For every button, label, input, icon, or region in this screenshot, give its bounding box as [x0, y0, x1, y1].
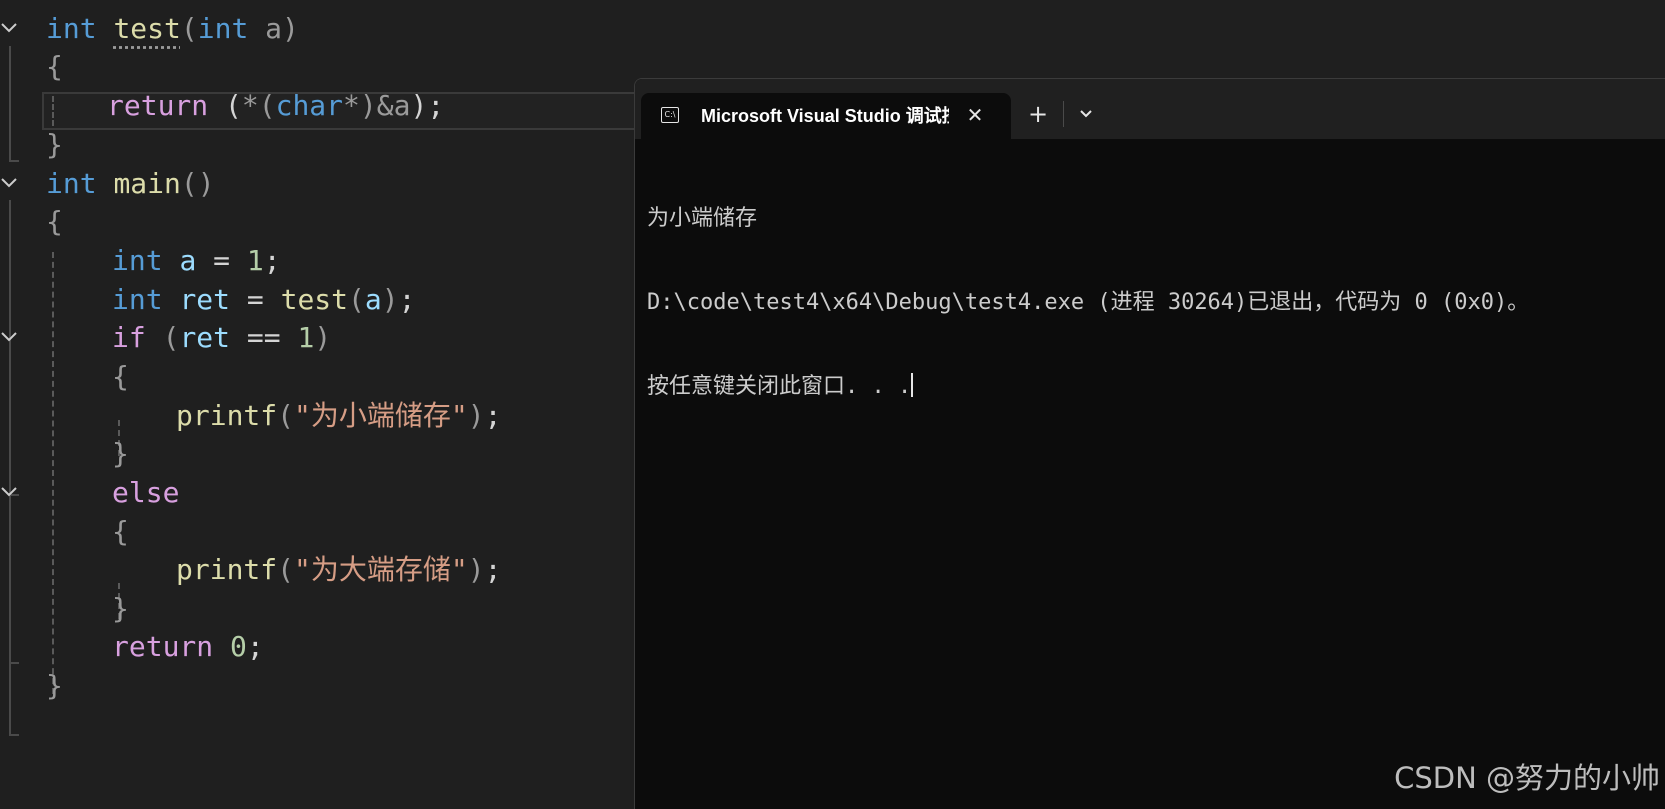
paren: ()	[180, 167, 215, 200]
output-text: 按任意键关闭此窗口. . .	[647, 374, 912, 399]
keyword: int	[112, 244, 163, 277]
code-line[interactable]: int a = 1;	[0, 241, 640, 281]
code-line[interactable]: printf("为小端储存");	[0, 396, 640, 436]
code-line[interactable]: if (ret == 1)	[0, 318, 640, 358]
chevron-down-icon[interactable]	[1073, 101, 1099, 127]
punctuation: ;	[484, 553, 502, 586]
brace: {	[112, 515, 129, 548]
code-line[interactable]: int ret = test(a);	[0, 280, 640, 320]
console-icon: C:\	[661, 107, 679, 123]
close-icon[interactable]: ✕	[965, 105, 985, 125]
brace: }	[46, 128, 63, 161]
variable: a	[179, 244, 197, 277]
code-line[interactable]: }	[0, 434, 640, 474]
function-name: test	[113, 12, 181, 45]
chevron-down-icon[interactable]	[0, 174, 18, 192]
punctuation: ;	[263, 244, 281, 277]
punctuation: ;	[484, 399, 502, 432]
code-line[interactable]: {	[0, 512, 640, 552]
watermark: CSDN @努力的小帅	[1394, 761, 1660, 795]
chevron-down-icon[interactable]	[0, 19, 18, 37]
new-tab-button[interactable]: +	[1021, 97, 1055, 131]
punctuation: ;	[427, 89, 445, 122]
divider	[1063, 101, 1064, 127]
code-line[interactable]: return (*(char*)&a);	[0, 86, 640, 126]
code-line[interactable]: {	[0, 47, 640, 87]
code-line[interactable]: else	[0, 473, 640, 513]
keyword-if: if	[112, 321, 146, 354]
keyword: int	[197, 12, 249, 45]
variable: ret	[179, 321, 231, 354]
paren: (	[180, 12, 198, 45]
function-name: main	[113, 167, 181, 200]
output-line: 为小端储存	[647, 206, 758, 231]
code-line[interactable]: int test(int a)	[0, 9, 640, 49]
keyword-return: return	[112, 630, 214, 663]
chevron-down-icon[interactable]	[0, 328, 18, 346]
brace: }	[112, 592, 129, 625]
function-name: printf	[176, 553, 278, 586]
tab-title: Microsoft Visual Studio 调试控制台	[701, 106, 949, 126]
tab-debug-console[interactable]: C:\ Microsoft Visual Studio 调试控制台 ✕	[641, 93, 1011, 139]
operator: =	[230, 283, 281, 316]
debug-console-window[interactable]: C:\ Microsoft Visual Studio 调试控制台 ✕ + 为小…	[634, 78, 1665, 809]
code-line[interactable]: printf("为大端存储");	[0, 550, 640, 590]
punctuation: *(	[241, 89, 276, 122]
parameter: &a	[376, 89, 411, 122]
paren: (	[348, 283, 365, 316]
code-line[interactable]: {	[0, 202, 640, 242]
paren: (	[277, 399, 295, 432]
brace: }	[46, 669, 63, 702]
operator: =	[196, 244, 247, 277]
chevron-down-icon[interactable]	[0, 483, 18, 501]
variable: ret	[179, 283, 231, 316]
string-literal: "为大端存储"	[294, 553, 468, 586]
brace: {	[46, 50, 63, 83]
brace: {	[46, 205, 63, 238]
code-line[interactable]: {	[0, 357, 640, 397]
number-literal: 1	[297, 321, 315, 354]
console-output[interactable]: 为小端储存 D:\code\test4\x64\Debug\test4.exe …	[647, 149, 1656, 457]
keyword: int	[112, 283, 163, 316]
output-line: D:\code\test4\x64\Debug\test4.exe (进程 30…	[647, 290, 1530, 315]
keyword: int	[46, 167, 97, 200]
keyword: int	[46, 12, 97, 45]
paren: )	[467, 399, 485, 432]
variable: a	[364, 283, 382, 316]
keyword: char	[275, 89, 344, 122]
parameter: a	[248, 12, 283, 45]
code-line[interactable]: }	[0, 666, 640, 706]
paren: )	[282, 12, 299, 45]
punctuation: *)	[343, 89, 377, 122]
number-literal: 1	[246, 244, 264, 277]
keyword-return: return	[107, 89, 209, 122]
punctuation: (	[208, 89, 242, 122]
code-line[interactable]: return 0;	[0, 627, 640, 667]
output-line: 按任意键关闭此窗口. . .	[647, 373, 1656, 401]
paren: (	[277, 553, 295, 586]
tab-bar: C:\ Microsoft Visual Studio 调试控制台 ✕ +	[635, 79, 1665, 139]
paren: )	[467, 553, 485, 586]
operator: ==	[230, 321, 298, 354]
brace: {	[112, 360, 129, 393]
code-line[interactable]: }	[0, 589, 640, 629]
code-line[interactable]: int main()	[0, 164, 640, 204]
paren: )	[381, 283, 399, 316]
punctuation: )	[410, 89, 428, 122]
paren: (	[145, 321, 180, 354]
keyword-else: else	[112, 476, 180, 509]
function-name: test	[280, 283, 349, 316]
punctuation: ;	[398, 283, 416, 316]
number-literal: 0	[230, 630, 247, 663]
punctuation: ;	[246, 630, 264, 663]
string-literal: "为小端储存"	[294, 399, 468, 432]
code-line[interactable]: }	[0, 125, 640, 165]
function-name: printf	[176, 399, 278, 432]
brace: }	[112, 437, 129, 470]
paren: )	[314, 321, 332, 354]
text-cursor	[911, 373, 914, 397]
